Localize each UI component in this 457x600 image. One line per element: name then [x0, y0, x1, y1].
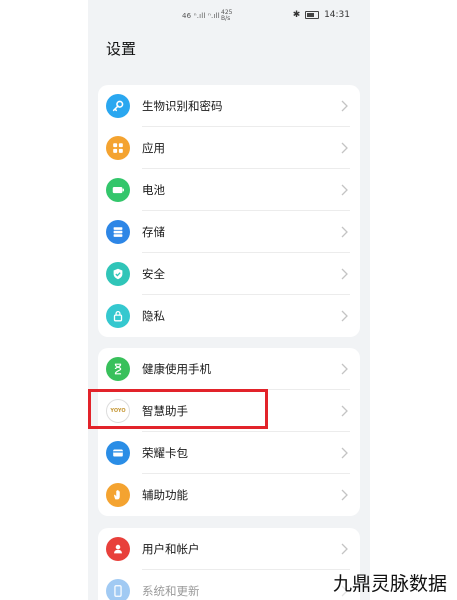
clock: 14:31 [324, 10, 350, 20]
chevron-right-icon [341, 226, 348, 238]
settings-item-users-accounts[interactable]: 用户和帐户 [98, 528, 360, 570]
settings-group-2: 健康使用手机 YOYO 智慧助手 荣耀卡包 辅助功能 [98, 348, 360, 516]
settings-item-wallet[interactable]: 荣耀卡包 [98, 432, 360, 474]
chevron-right-icon [341, 184, 348, 196]
signal-indicator: 46 ⁿ.ıll ⁿ.ıll [182, 12, 220, 20]
settings-item-biometrics[interactable]: 生物识别和密码 [98, 85, 360, 127]
settings-item-accessibility[interactable]: 辅助功能 [98, 474, 360, 516]
status-bar: 46 ⁿ.ıll ⁿ.ıll 425 B/s ✱ 14:31 [88, 10, 370, 24]
settings-item-label: 应用 [142, 141, 165, 155]
chevron-right-icon [341, 100, 348, 112]
chevron-right-icon [341, 142, 348, 154]
settings-item-label: 生物识别和密码 [142, 99, 223, 113]
battery-status-icon [305, 10, 320, 19]
settings-item-apps[interactable]: 应用 [98, 127, 360, 169]
settings-item-system-update[interactable]: 系统和更新 [98, 570, 360, 600]
network-speed: 425 B/s [221, 9, 233, 22]
settings-screen: 46 ⁿ.ıll ⁿ.ıll 425 B/s ✱ 14:31 设置 生物识别和密… [88, 0, 370, 600]
chevron-right-icon [341, 489, 348, 501]
settings-item-label: 辅助功能 [142, 488, 188, 502]
storage-icon [106, 220, 130, 244]
settings-item-label: 电池 [142, 183, 165, 197]
settings-item-privacy[interactable]: 隐私 [98, 295, 360, 337]
status-right: ✱ 14:31 [293, 10, 350, 20]
hand-icon [106, 483, 130, 507]
highlight-box [88, 389, 268, 429]
user-icon [106, 537, 130, 561]
settings-item-label: 健康使用手机 [142, 362, 211, 376]
chevron-right-icon [341, 363, 348, 375]
watermark: 九鼎灵脉数据 [332, 573, 447, 595]
settings-group-1: 生物识别和密码 应用 电池 存储 安全 隐私 [98, 85, 360, 337]
settings-item-label: 安全 [142, 267, 165, 281]
system-update-icon [106, 579, 130, 600]
lock-icon [106, 304, 130, 328]
chevron-right-icon [341, 543, 348, 555]
settings-item-security[interactable]: 安全 [98, 253, 360, 295]
wallet-icon [106, 441, 130, 465]
page-title: 设置 [106, 40, 137, 58]
hourglass-icon [106, 357, 130, 381]
settings-item-label: 隐私 [142, 309, 165, 323]
chevron-right-icon [341, 268, 348, 280]
settings-group-3: 用户和帐户 系统和更新 [98, 528, 360, 600]
shield-check-icon [106, 262, 130, 286]
battery-icon [106, 178, 130, 202]
settings-item-battery[interactable]: 电池 [98, 169, 360, 211]
settings-item-label: 荣耀卡包 [142, 446, 188, 460]
chevron-right-icon [341, 405, 348, 417]
bluetooth-icon: ✱ [292, 10, 301, 20]
settings-item-storage[interactable]: 存储 [98, 211, 360, 253]
settings-item-label: 用户和帐户 [142, 542, 200, 556]
chevron-right-icon [341, 310, 348, 322]
chevron-right-icon [341, 447, 348, 459]
settings-item-label: 存储 [142, 225, 165, 239]
key-icon [106, 94, 130, 118]
settings-item-digital-wellbeing[interactable]: 健康使用手机 [98, 348, 360, 390]
settings-item-label: 系统和更新 [142, 584, 200, 598]
apps-grid-icon [106, 136, 130, 160]
